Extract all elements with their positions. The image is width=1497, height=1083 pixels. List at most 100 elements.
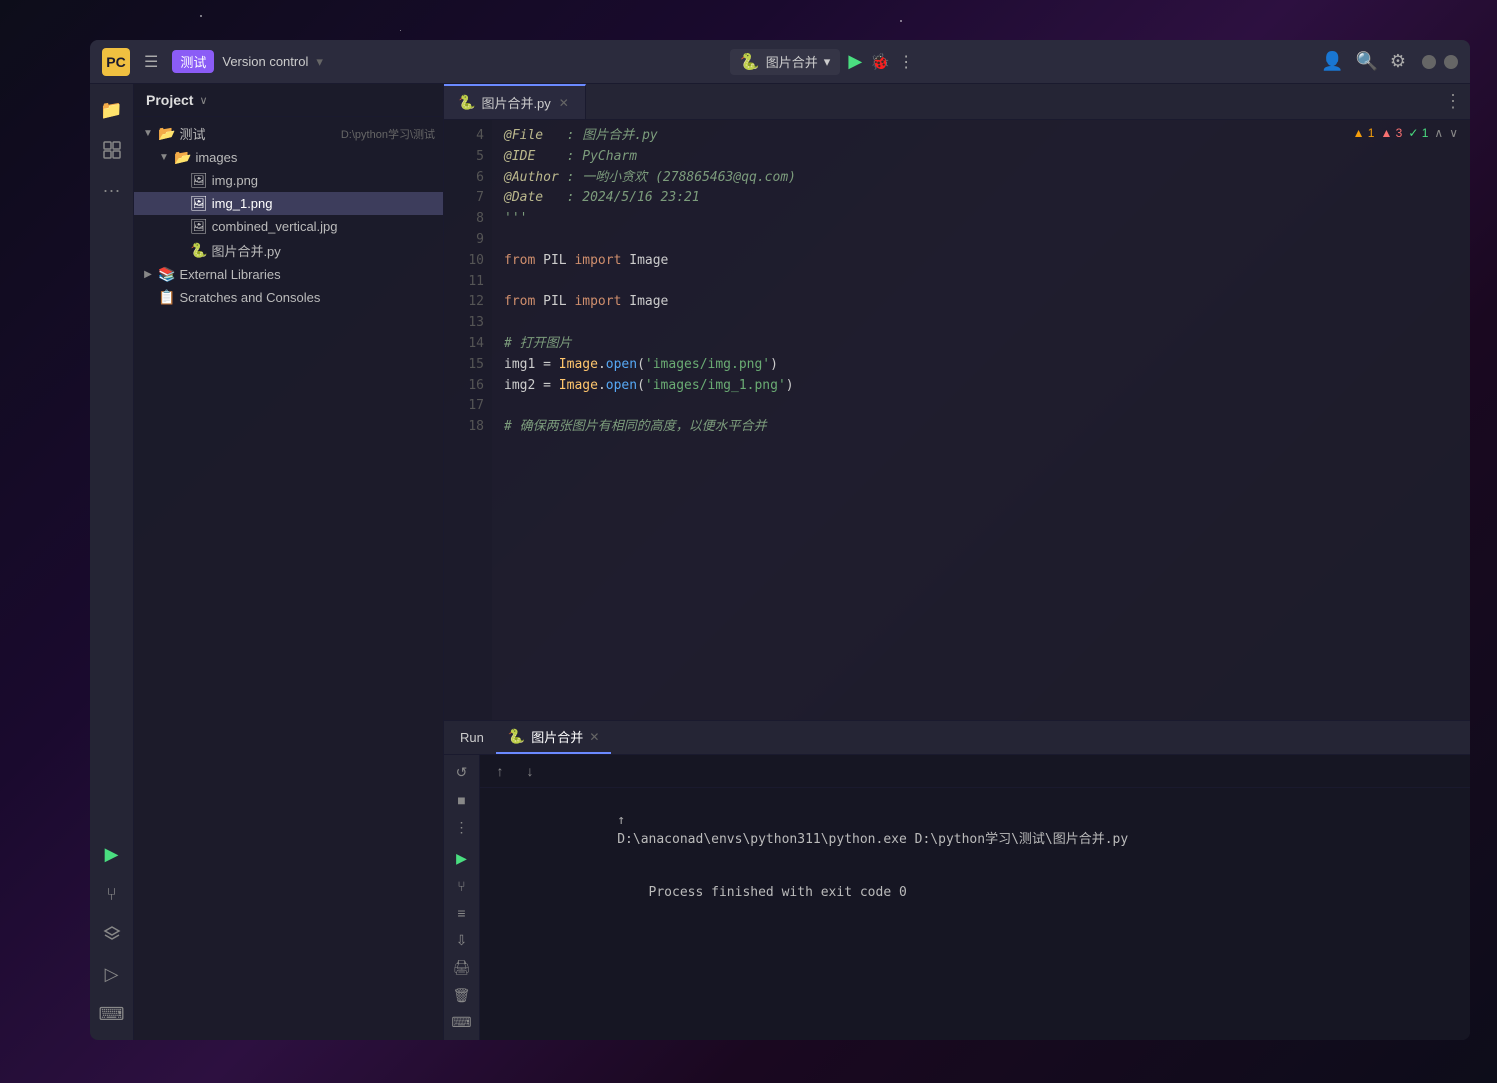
run-button[interactable]: ▶ [848, 51, 862, 72]
project-badge: 测试 [172, 50, 214, 73]
error-badge-3: ▲ 3 [1380, 126, 1402, 140]
sidebar-header: Project ∨ [134, 84, 443, 117]
output-scroll-up-icon[interactable]: ↑ [488, 759, 512, 783]
version-control-label[interactable]: Version control [222, 54, 308, 69]
tree-arrow: ▼ [158, 152, 170, 163]
gutter-nav-down[interactable]: ∨ [1449, 126, 1458, 140]
tree-label-scratches: Scratches and Consoles [179, 290, 435, 305]
minimize-button[interactable]: — [1422, 55, 1436, 69]
tree-arrow: ▼ [142, 128, 154, 139]
run-git-icon[interactable]: ⑂ [448, 874, 476, 897]
code-line-18: # 确保两张图片有相同的高度，以便水平合并 [504, 417, 1458, 438]
run-more-icon[interactable]: ⋮ [448, 816, 476, 839]
tree-label-py: 图片合并.py [211, 241, 435, 260]
toolbar-layers-icon[interactable] [94, 916, 130, 952]
ok-badge: ✓ 1 [1408, 126, 1428, 140]
code-line-5: @IDE : PyCharm [504, 147, 1458, 168]
run-label[interactable]: Run [452, 730, 492, 745]
run-print-icon[interactable]: 🖨 [448, 956, 476, 979]
hamburger-icon[interactable]: ☰ [138, 48, 164, 76]
app-window: PC ☰ 测试 Version control ▾ 🐍 图片合并 ▾ ▶ 🐞 ⋮… [90, 40, 1470, 1040]
output-scroll-down-icon[interactable]: ↓ [518, 759, 542, 783]
run-play-main-icon[interactable]: ▶ [448, 847, 476, 870]
tab-bar: 🐍 图片合并.py ✕ ⋮ [444, 84, 1470, 120]
tab-actions: ⋮ [1436, 91, 1470, 112]
code-line-4: @File : 图片合并.py [504, 126, 1458, 147]
library-icon: 📚 [158, 266, 175, 283]
tree-label-ceshi: 测试 [179, 124, 336, 143]
debug-button[interactable]: 🐞 [870, 52, 890, 72]
run-stop-icon[interactable]: ■ [448, 788, 476, 811]
code-line-8: ''' [504, 209, 1458, 230]
toolbar-terminal-icon[interactable]: ⌨ [94, 996, 130, 1032]
toolbar-plugins-icon[interactable] [94, 132, 130, 168]
search-icon[interactable]: 🔍 [1355, 51, 1377, 72]
image-icon: 🖼 [190, 172, 208, 189]
star [200, 15, 202, 17]
image-icon: 🖼 [190, 195, 208, 212]
tree-item-img1-png[interactable]: 🖼 img_1.png [134, 192, 443, 215]
gutter-nav-up[interactable]: ∧ [1434, 126, 1443, 140]
run-terminal-icon[interactable]: ⌨ [448, 1011, 476, 1034]
run-config-arrow: ▾ [824, 54, 831, 70]
tree-arrow: ▶ [142, 269, 154, 280]
tab-close-button[interactable]: ✕ [557, 94, 571, 112]
tree-item-py[interactable]: 🐍 图片合并.py [134, 238, 443, 263]
code-line-15: img1 = Image.open('images/img.png') [504, 355, 1458, 376]
window-controls: — □ [1422, 55, 1458, 69]
run-left-toolbar: ↺ ■ ⋮ ▶ ⑂ ≡ ⇩ 🖨 🗑 ⌨ [444, 755, 480, 1040]
tree-item-images[interactable]: ▼ 📂 images [134, 146, 443, 169]
run-restart-icon[interactable]: ↺ [448, 761, 476, 784]
tree-item-combined[interactable]: 🖼 combined_vertical.jpg [134, 215, 443, 238]
tree-item-img-png[interactable]: 🖼 img.png [134, 169, 443, 192]
toolbar-run-alt-icon[interactable]: ▷ [94, 956, 130, 992]
title-bar-actions: 👤 🔍 ⚙ [1321, 51, 1406, 72]
tree-label-images: images [195, 150, 435, 165]
run-tab-icon: 🐍 [508, 728, 525, 745]
run-scroll-end-icon[interactable]: ⇩ [448, 929, 476, 952]
run-output-area: ↑ ↓ ↑ D:\anaconad\envs\python311\python.… [480, 755, 1470, 1040]
editor-area: 🐍 图片合并.py ✕ ⋮ 4 5 6 7 8 9 10 [444, 84, 1470, 1040]
code-line-14: # 打开图片 [504, 334, 1458, 355]
pycharm-logo: PC [102, 48, 130, 76]
version-control-arrow: ▾ [316, 54, 323, 70]
run-tab-close[interactable]: ✕ [589, 730, 599, 744]
sidebar-title-arrow[interactable]: ∨ [199, 94, 207, 107]
run-trash-icon[interactable]: 🗑 [448, 983, 476, 1006]
toolbar-git-icon[interactable]: ⑂ [94, 876, 130, 912]
settings-icon[interactable]: ⚙ [1390, 51, 1406, 72]
toolbar-run-icon[interactable]: ▶ [94, 836, 130, 872]
run-config-selector[interactable]: 🐍 图片合并 ▾ [730, 49, 840, 75]
tab-more-icon[interactable]: ⋮ [1444, 91, 1462, 112]
folder-icon: 📂 [158, 125, 175, 142]
title-bar-center: 🐍 图片合并 ▾ ▶ 🐞 ⋮ [730, 49, 914, 75]
tree-label-combined: combined_vertical.jpg [212, 219, 435, 234]
toolbar-folder-icon[interactable]: 📁 [94, 92, 130, 128]
code-line-10: from PIL import Image [504, 251, 1458, 272]
maximize-button[interactable]: □ [1444, 55, 1458, 69]
toolbar-more-icon[interactable]: ··· [94, 172, 130, 208]
code-line-17 [504, 396, 1458, 417]
tree-label-img1-png: img_1.png [212, 196, 435, 211]
code-line-11 [504, 272, 1458, 293]
tree-item-scratches[interactable]: 📋 Scratches and Consoles [134, 286, 443, 309]
run-output-content: ↑ D:\anaconad\envs\python311\python.exe … [480, 788, 1470, 1040]
editor-tab-main[interactable]: 🐍 图片合并.py ✕ [444, 84, 586, 119]
sidebar-title: Project [146, 92, 193, 108]
more-actions-button[interactable]: ⋮ [898, 52, 914, 72]
run-panel: Run 🐍 图片合并 ✕ ↺ ■ ⋮ ▶ [444, 720, 1470, 1040]
tree-label-img-png: img.png [212, 173, 435, 188]
output-line-1: ↑ D:\anaconad\envs\python311\python.exe … [492, 796, 1458, 864]
editor-content: 4 5 6 7 8 9 10 11 12 13 14 15 16 17 18 [444, 120, 1470, 720]
run-config-name: 图片合并 [766, 52, 818, 71]
run-tab-bar: Run 🐍 图片合并 ✕ [444, 721, 1470, 755]
tree-item-ext-lib[interactable]: ▶ 📚 External Libraries [134, 263, 443, 286]
code-line-16: img2 = Image.open('images/img_1.png') [504, 376, 1458, 397]
code-editor[interactable]: @File : 图片合并.py @IDE : PyCharm @Author :… [492, 120, 1470, 720]
run-tab-main[interactable]: 🐍 图片合并 ✕ [496, 721, 612, 754]
run-list-icon[interactable]: ≡ [448, 901, 476, 924]
tree-item-ceshi[interactable]: ▼ 📂 测试 D:\python学习\测试 [134, 121, 443, 146]
main-area: 📁 ··· ▶ ⑂ ▷ ⌨ [90, 84, 1470, 1040]
account-icon[interactable]: 👤 [1321, 51, 1343, 72]
run-tab-name: 图片合并 [531, 727, 583, 746]
